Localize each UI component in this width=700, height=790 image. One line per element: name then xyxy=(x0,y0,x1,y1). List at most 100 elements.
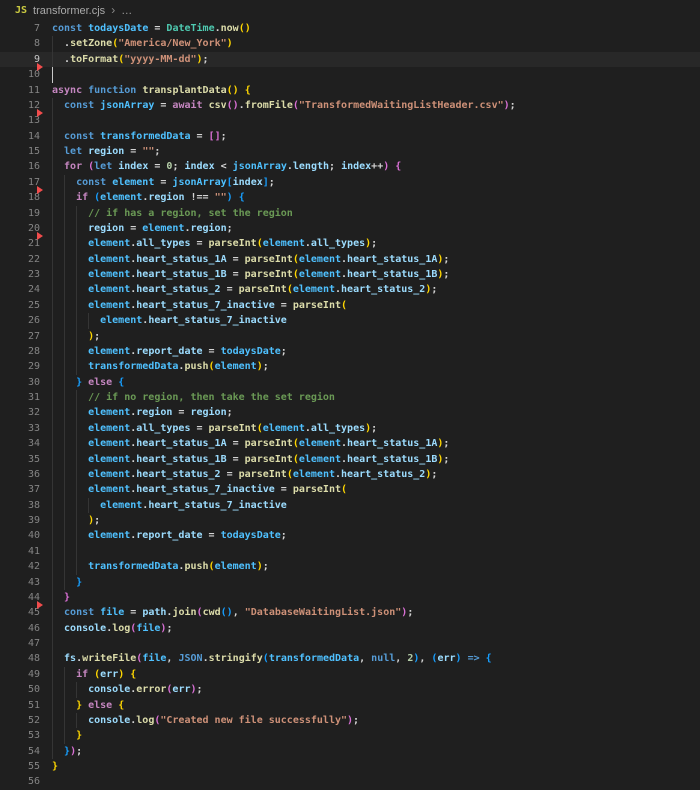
line-number[interactable]: 18 xyxy=(0,190,40,205)
code-line[interactable]: 14 const transformedData = []; xyxy=(0,128,700,144)
code-line[interactable]: 41 xyxy=(0,543,700,560)
line-number[interactable]: 29 xyxy=(0,359,40,374)
line-number[interactable]: 11 xyxy=(0,83,40,98)
code-line[interactable]: 16 for (let index = 0; index < jsonArray.… xyxy=(0,159,700,175)
code-line[interactable]: 49 if (err) { xyxy=(0,666,700,683)
code-line[interactable]: 37 element.heart_status_7_inactive = pars… xyxy=(0,482,700,498)
line-number[interactable]: 33 xyxy=(0,421,40,436)
code-line[interactable]: 15 let region = ""; xyxy=(0,144,700,160)
code-line[interactable]: 32 element.region = region; xyxy=(0,405,700,421)
line-number[interactable]: 36 xyxy=(0,467,40,482)
code-line[interactable]: 44} xyxy=(0,589,700,606)
line-number[interactable]: 22 xyxy=(0,252,40,267)
line-number[interactable]: 15 xyxy=(0,144,40,159)
breakpoint-marker-icon[interactable] xyxy=(37,62,43,71)
code-line[interactable]: 40 element.report_date = todaysDate; xyxy=(0,528,700,544)
line-number[interactable]: 49 xyxy=(0,667,40,682)
breadcrumb-symbol-ellipsis[interactable]: … xyxy=(121,5,132,17)
line-number[interactable]: 19 xyxy=(0,206,40,221)
code-editor[interactable]: 7 const todaysDate = DateTime.now() 8 .setZ… xyxy=(0,21,700,790)
line-number[interactable]: 9 xyxy=(0,52,40,67)
line-number[interactable]: 16 xyxy=(0,159,40,174)
code-line[interactable]: 34 element.heart_status_1A = parseInt(ele… xyxy=(0,436,700,452)
line-number[interactable]: 42 xyxy=(0,559,40,574)
code-line[interactable]: 12 const jsonArray = await csv().fromFile… xyxy=(0,97,700,114)
line-number[interactable]: 20 xyxy=(0,221,40,236)
line-number[interactable]: 30 xyxy=(0,375,40,390)
line-number[interactable]: 32 xyxy=(0,405,40,420)
line-number[interactable]: 24 xyxy=(0,282,40,297)
code-line[interactable]: 29 transformedData.push(element); xyxy=(0,359,700,375)
line-number[interactable]: 54 xyxy=(0,744,40,759)
breadcrumb-file-name[interactable]: transformer.cjs xyxy=(33,5,105,17)
code-line[interactable]: 35 element.heart_status_1B = parseInt(ele… xyxy=(0,451,700,467)
code-line[interactable]: 27); xyxy=(0,328,700,344)
code-line[interactable]: 47 xyxy=(0,636,700,652)
code-line[interactable]: 55} xyxy=(0,759,700,774)
code-line[interactable]: 18 if (element.region !== "") { xyxy=(0,185,700,206)
line-number[interactable]: 23 xyxy=(0,267,40,282)
code-line[interactable]: 54}); xyxy=(0,743,700,759)
code-line[interactable]: 19 // if has a region, set the region xyxy=(0,205,700,221)
line-number[interactable]: 45 xyxy=(0,605,40,620)
line-number[interactable]: 52 xyxy=(0,713,40,728)
code-line[interactable]: 11 async function transplantData() { xyxy=(0,83,700,98)
line-number[interactable]: 14 xyxy=(0,129,40,144)
line-number[interactable]: 37 xyxy=(0,482,40,497)
line-number[interactable]: 27 xyxy=(0,329,40,344)
line-number[interactable]: 35 xyxy=(0,452,40,467)
code-line[interactable]: 8 .setZone("America/New_York") xyxy=(0,36,700,52)
line-number[interactable]: 26 xyxy=(0,313,40,328)
code-line[interactable]: 13 xyxy=(0,108,700,129)
code-line[interactable]: 36 element.heart_status_2 = parseInt(elem… xyxy=(0,466,700,483)
code-line[interactable]: 46 console.log(file); xyxy=(0,620,700,636)
code-line[interactable]: 9 .toFormat("yyyy-MM-dd"); xyxy=(0,51,700,68)
line-number[interactable]: 44 xyxy=(0,590,40,605)
line-number[interactable]: 8 xyxy=(0,36,40,51)
code-line[interactable]: 42 transformedData.push(element); xyxy=(0,559,700,575)
line-number[interactable]: 25 xyxy=(0,298,40,313)
breakpoint-marker-icon[interactable] xyxy=(37,185,43,194)
code-line[interactable]: 38 element.heart_status_7_inactive xyxy=(0,497,700,513)
line-number[interactable]: 38 xyxy=(0,498,40,513)
line-number[interactable]: 7 xyxy=(0,21,40,36)
line-number[interactable]: 56 xyxy=(0,774,40,789)
code-line[interactable]: 43} xyxy=(0,574,700,590)
code-line[interactable]: 26 element.heart_status_7_inactive xyxy=(0,313,700,329)
breakpoint-marker-icon[interactable] xyxy=(37,231,43,240)
line-number[interactable]: 47 xyxy=(0,636,40,651)
line-number[interactable]: 31 xyxy=(0,390,40,405)
line-number[interactable]: 28 xyxy=(0,344,40,359)
code-line[interactable]: 51} else { xyxy=(0,697,700,713)
code-line[interactable]: 7 const todaysDate = DateTime.now() xyxy=(0,21,700,36)
code-line[interactable]: 39); xyxy=(0,513,700,529)
code-line[interactable]: 28 element.report_date = todaysDate; xyxy=(0,343,700,360)
code-line[interactable]: 45 const file = path.join(cwd(), "Databas… xyxy=(0,600,700,621)
code-line[interactable]: 24 element.heart_status_2 = parseInt(elem… xyxy=(0,282,700,298)
code-line[interactable]: 48 fs.writeFile(file, JSON.stringify(tran… xyxy=(0,651,700,667)
line-number[interactable]: 51 xyxy=(0,698,40,713)
breakpoint-marker-icon[interactable] xyxy=(37,108,43,117)
code-line[interactable]: 25 element.heart_status_7_inactive = pars… xyxy=(0,297,700,314)
line-number[interactable]: 17 xyxy=(0,175,40,190)
code-line[interactable]: 50 console.error(err); xyxy=(0,682,700,698)
code-line[interactable]: 21 element.all_types = parseInt(element.a… xyxy=(0,231,700,252)
line-number[interactable]: 13 xyxy=(0,113,40,128)
code-line[interactable]: 53} xyxy=(0,728,700,744)
line-number[interactable]: 21 xyxy=(0,236,40,251)
line-number[interactable]: 46 xyxy=(0,621,40,636)
line-number[interactable]: 48 xyxy=(0,651,40,666)
line-number[interactable]: 55 xyxy=(0,759,40,774)
code-line[interactable]: 23 element.heart_status_1B = parseInt(ele… xyxy=(0,267,700,283)
code-line[interactable]: 20 region = element.region; xyxy=(0,220,700,237)
line-number[interactable]: 40 xyxy=(0,528,40,543)
line-number[interactable]: 41 xyxy=(0,544,40,559)
code-line[interactable]: 33 element.all_types = parseInt(element.a… xyxy=(0,420,700,437)
line-number[interactable]: 39 xyxy=(0,513,40,528)
line-number[interactable]: 34 xyxy=(0,436,40,451)
line-number[interactable]: 10 xyxy=(0,67,40,82)
breakpoint-marker-icon[interactable] xyxy=(37,600,43,609)
code-line[interactable]: 30} else { xyxy=(0,374,700,390)
code-line[interactable]: 22 element.heart_status_1A = parseInt(ele… xyxy=(0,251,700,267)
code-line[interactable]: 10 xyxy=(0,62,700,83)
